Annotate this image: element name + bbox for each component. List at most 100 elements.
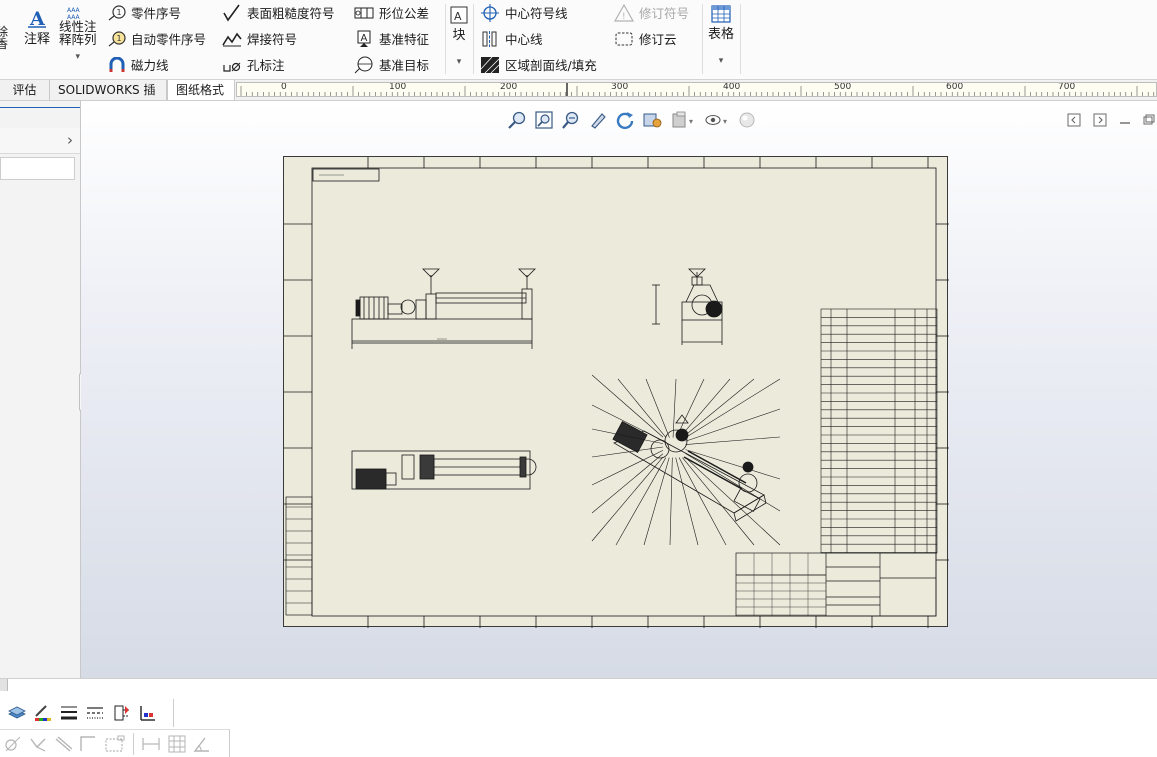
drawing-sheet[interactable] — [283, 156, 949, 628]
partial-left-label-2: 香 — [0, 37, 9, 51]
restore-icon[interactable] — [1143, 113, 1155, 127]
surface-finish-label: 表面粗糙度符号 — [247, 6, 335, 21]
svg-text:1: 1 — [117, 34, 122, 43]
partial-left-button[interactable]: 除 香 — [0, 26, 8, 50]
tab-sheet-format[interactable]: 图纸格式 — [167, 80, 235, 100]
zoom-to-fit-icon[interactable] — [507, 110, 527, 130]
select-icon[interactable] — [588, 110, 608, 130]
center-mark-button[interactable]: 中心符号线 — [480, 3, 568, 22]
area-hatch-button[interactable]: 区域剖面线/填充 — [480, 55, 597, 74]
line-thickness-icon[interactable] — [60, 704, 78, 722]
line-icon[interactable] — [4, 735, 22, 753]
ruler-label: 100 — [389, 82, 407, 92]
svg-text:AAA: AAA — [67, 7, 81, 14]
revision-symbol-label: 修订符号 — [639, 6, 690, 21]
balloon-icon: 1 — [108, 4, 126, 20]
double-line-icon[interactable] — [54, 735, 72, 753]
tab-solidworks-addins[interactable]: SOLIDWORKS 插件 — [50, 80, 167, 117]
layer-icon[interactable] — [8, 704, 26, 722]
ruler-label: 500 — [834, 82, 852, 92]
heads-up-view-toolbar: ▾ ▾ — [507, 110, 757, 130]
ruler-label: 700 — [1058, 82, 1076, 92]
datum-target-button[interactable]: 基准目标 — [354, 55, 429, 74]
previous-view-icon[interactable] — [1067, 113, 1081, 127]
annotation-button[interactable]: A 注释 — [24, 8, 50, 47]
panel-accent-line — [0, 107, 80, 108]
ribbon-separator — [702, 4, 703, 74]
annotation-icon: A — [28, 8, 46, 28]
grid-icon[interactable] — [168, 735, 186, 753]
zoom-in-out-icon[interactable] — [561, 110, 581, 130]
gtol-label: 形位公差 — [379, 6, 430, 21]
corner-rect-icon[interactable] — [79, 735, 97, 753]
appearance-icon[interactable] — [737, 110, 757, 130]
centerline-icon — [482, 30, 497, 47]
drawing-content — [284, 157, 949, 628]
block-button[interactable]: A 块 ▾ — [450, 6, 468, 67]
angle-line-icon[interactable] — [29, 735, 47, 753]
angle-icon[interactable] — [193, 735, 211, 753]
balloon-button[interactable]: 1 零件序号 — [108, 3, 181, 22]
chevron-down-icon[interactable]: ▾ — [457, 57, 462, 67]
ribbon-separator — [740, 4, 741, 74]
rebuild-icon[interactable] — [642, 110, 664, 130]
ruler-label: 0 — [281, 82, 287, 92]
centerline-button[interactable]: 中心线 — [480, 29, 543, 48]
hole-callout-label: 孔标注 — [247, 58, 285, 73]
datum-feature-icon: A — [357, 30, 371, 47]
ruler-label: 200 — [500, 82, 518, 92]
magnetic-line-button[interactable]: 磁力线 — [108, 55, 169, 74]
linear-note-pattern-label: 线性注 释阵列 — [59, 19, 97, 47]
feature-manager-panel: › — [0, 101, 89, 678]
magnetic-line-label: 磁力线 — [131, 58, 169, 73]
sketch-toolbar — [0, 729, 230, 757]
display-style-icon[interactable]: ▾ — [671, 110, 697, 130]
chevron-right-icon[interactable]: › — [67, 131, 73, 149]
auto-balloon-button[interactable]: 1 自动零件序号 — [108, 29, 206, 48]
horizontal-ruler: 0 100 200 300 400 500 600 700 — [236, 82, 1157, 97]
ruler-label: 600 — [946, 82, 964, 92]
line-style-icon[interactable] — [86, 704, 104, 722]
panel-row[interactable]: › — [0, 128, 80, 154]
hole-callout-button[interactable]: 孔标注 — [222, 55, 285, 74]
weld-symbol-icon — [222, 32, 242, 46]
datum-feature-button[interactable]: A 基准特征 — [354, 29, 429, 48]
revision-cloud-button[interactable]: 修订云 — [614, 29, 677, 48]
datum-target-icon — [354, 56, 373, 73]
chevron-down-icon[interactable]: ▾ — [719, 56, 724, 66]
note-pattern-icon: AAA AAA — [67, 7, 81, 20]
surface-finish-button[interactable]: 表面粗糙度符号 — [222, 3, 335, 22]
minimize-icon[interactable] — [1119, 113, 1131, 127]
hide-show-edges-icon[interactable] — [112, 704, 130, 722]
dimension-icon[interactable] — [141, 735, 161, 753]
ribbon-separator — [445, 4, 446, 74]
hole-callout-icon — [223, 62, 241, 72]
linear-note-pattern-button[interactable]: AAA AAA 线性注 释阵列 ▾ — [59, 6, 97, 62]
isometric-view — [612, 414, 767, 522]
scroll-stub[interactable] — [0, 679, 8, 691]
revision-cloud-label: 修订云 — [639, 32, 677, 47]
next-view-icon[interactable] — [1093, 113, 1107, 127]
datum-target-label: 基准目标 — [379, 58, 430, 73]
side-view — [652, 268, 723, 345]
command-manager-ribbon: 除 香 A 注释 AAA AAA 线性注 释阵列 ▾ 1 零件序号 1 自动零件… — [0, 0, 1157, 80]
surface-finish-icon — [223, 4, 240, 21]
color-display-icon[interactable] — [138, 704, 156, 722]
weld-symbol-button[interactable]: 焊接符号 — [222, 29, 297, 48]
zoom-to-area-icon[interactable] — [534, 110, 554, 130]
rotate-icon[interactable] — [615, 110, 635, 130]
revision-symbol-button[interactable]: ! 修订符号 — [614, 3, 689, 22]
viewport-window-controls — [1067, 113, 1155, 127]
ruler-label: 400 — [723, 82, 741, 92]
svg-text:1: 1 — [117, 8, 122, 17]
top-view — [351, 450, 537, 490]
ruler-ticks — [240, 83, 1155, 96]
tab-evaluate[interactable]: 评估 — [0, 80, 50, 100]
table-button[interactable]: 表格 ▾ — [708, 5, 734, 66]
panel-filter-field[interactable] — [0, 157, 75, 180]
chevron-down-icon[interactable]: ▾ — [75, 52, 80, 62]
line-color-icon[interactable] — [34, 704, 52, 722]
hide-show-icon[interactable]: ▾ — [704, 110, 730, 130]
dashed-rect-icon[interactable] — [104, 735, 126, 753]
gtol-button[interactable]: 形位公差 — [354, 3, 429, 22]
